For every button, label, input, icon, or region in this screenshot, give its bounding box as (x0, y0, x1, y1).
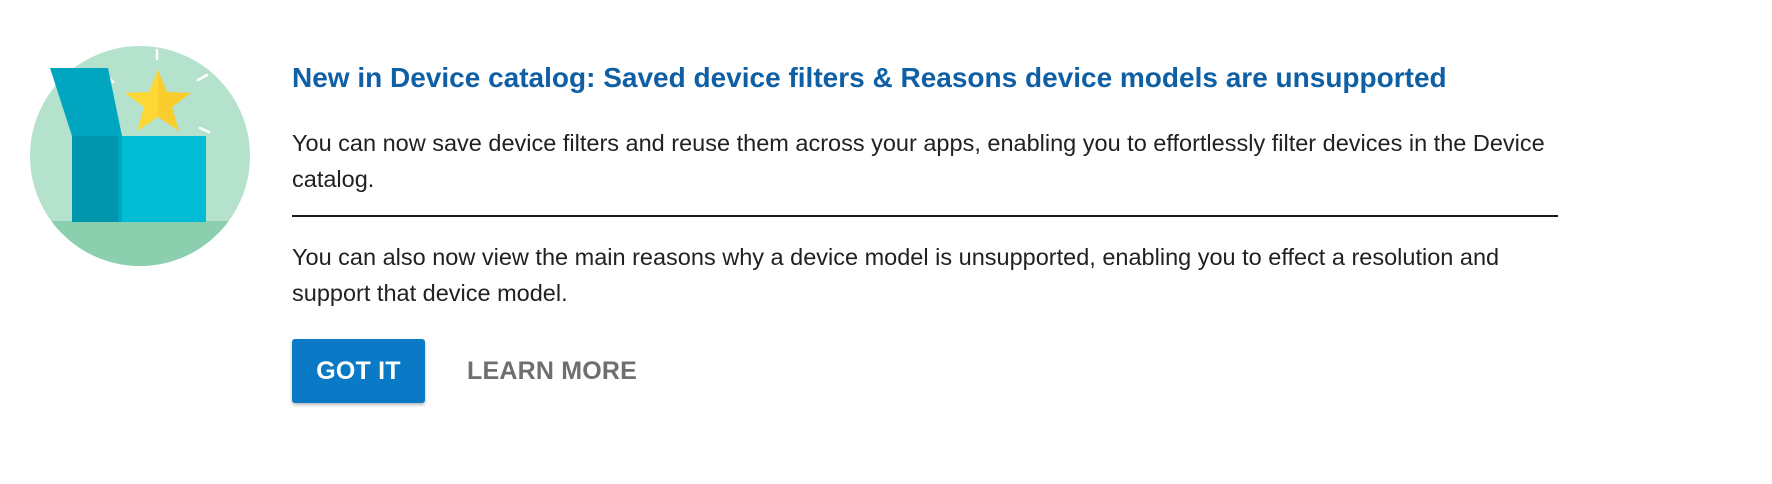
announcement-title: New in Device catalog: Saved device filt… (292, 62, 1447, 93)
learn-more-button[interactable]: LEARN MORE (467, 339, 637, 403)
announcement-paragraph-saved-filters: You can now save device filters and reus… (292, 130, 1545, 192)
got-it-button[interactable]: GOT IT (292, 339, 425, 403)
announcement-paragraph-unsupported-reasons: You can also now view the main reasons w… (292, 244, 1500, 306)
open-box-star-icon (30, 46, 250, 266)
box-illustration (30, 46, 250, 266)
action-bar: GOT IT LEARN MORE (292, 339, 1558, 403)
announcement-card: New in Device catalog: Saved device filt… (0, 0, 1772, 484)
paragraph-divider (292, 215, 1558, 217)
announcement-content: New in Device catalog: Saved device filt… (292, 52, 1558, 403)
